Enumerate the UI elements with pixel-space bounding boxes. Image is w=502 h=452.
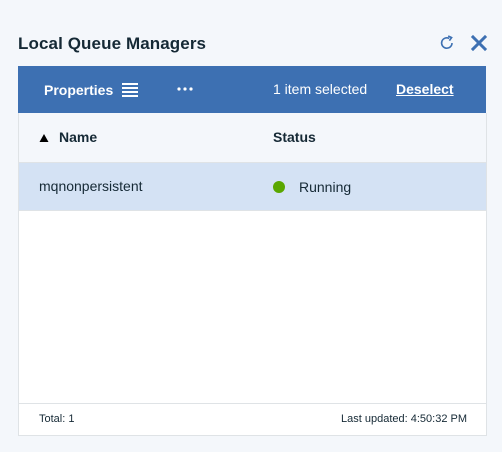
queue-manager-name: mqnonpersistent xyxy=(39,178,143,194)
selected-count: 1 item selected xyxy=(273,81,368,97)
table-header: Name Status xyxy=(19,113,486,163)
table-footer: Total: 1 Last updated: 4:50:32 PM xyxy=(19,403,486,435)
queue-manager-status: Running xyxy=(273,163,351,210)
status-running-icon xyxy=(273,180,285,193)
sort-ascending-icon xyxy=(39,133,49,142)
batch-action-toolbar: Properties 1 item selected Deselect xyxy=(18,66,486,113)
column-header-status[interactable]: Status xyxy=(273,113,316,162)
column-header-name-label: Name xyxy=(59,129,98,145)
close-icon[interactable] xyxy=(470,34,488,52)
list-icon xyxy=(122,82,139,97)
widget-title: Local Queue Managers xyxy=(18,34,207,53)
queue-managers-widget: Local Queue Managers Properties 1 item s… xyxy=(0,0,502,452)
properties-button[interactable]: Properties xyxy=(44,66,139,113)
last-updated: Last updated: 4:50:32 PM xyxy=(341,413,467,425)
overflow-menu-icon[interactable] xyxy=(176,80,194,98)
refresh-icon[interactable] xyxy=(438,34,456,52)
status-label: Running xyxy=(299,178,352,195)
properties-label: Properties xyxy=(44,81,114,98)
column-header-name[interactable]: Name xyxy=(39,113,97,162)
queue-managers-table: Name Status mqnonpersistent Running Tota… xyxy=(18,113,487,436)
table-row[interactable]: mqnonpersistent Running xyxy=(19,163,486,211)
deselect-link[interactable]: Deselect xyxy=(396,66,454,113)
total-count: Total: 1 xyxy=(39,413,75,425)
